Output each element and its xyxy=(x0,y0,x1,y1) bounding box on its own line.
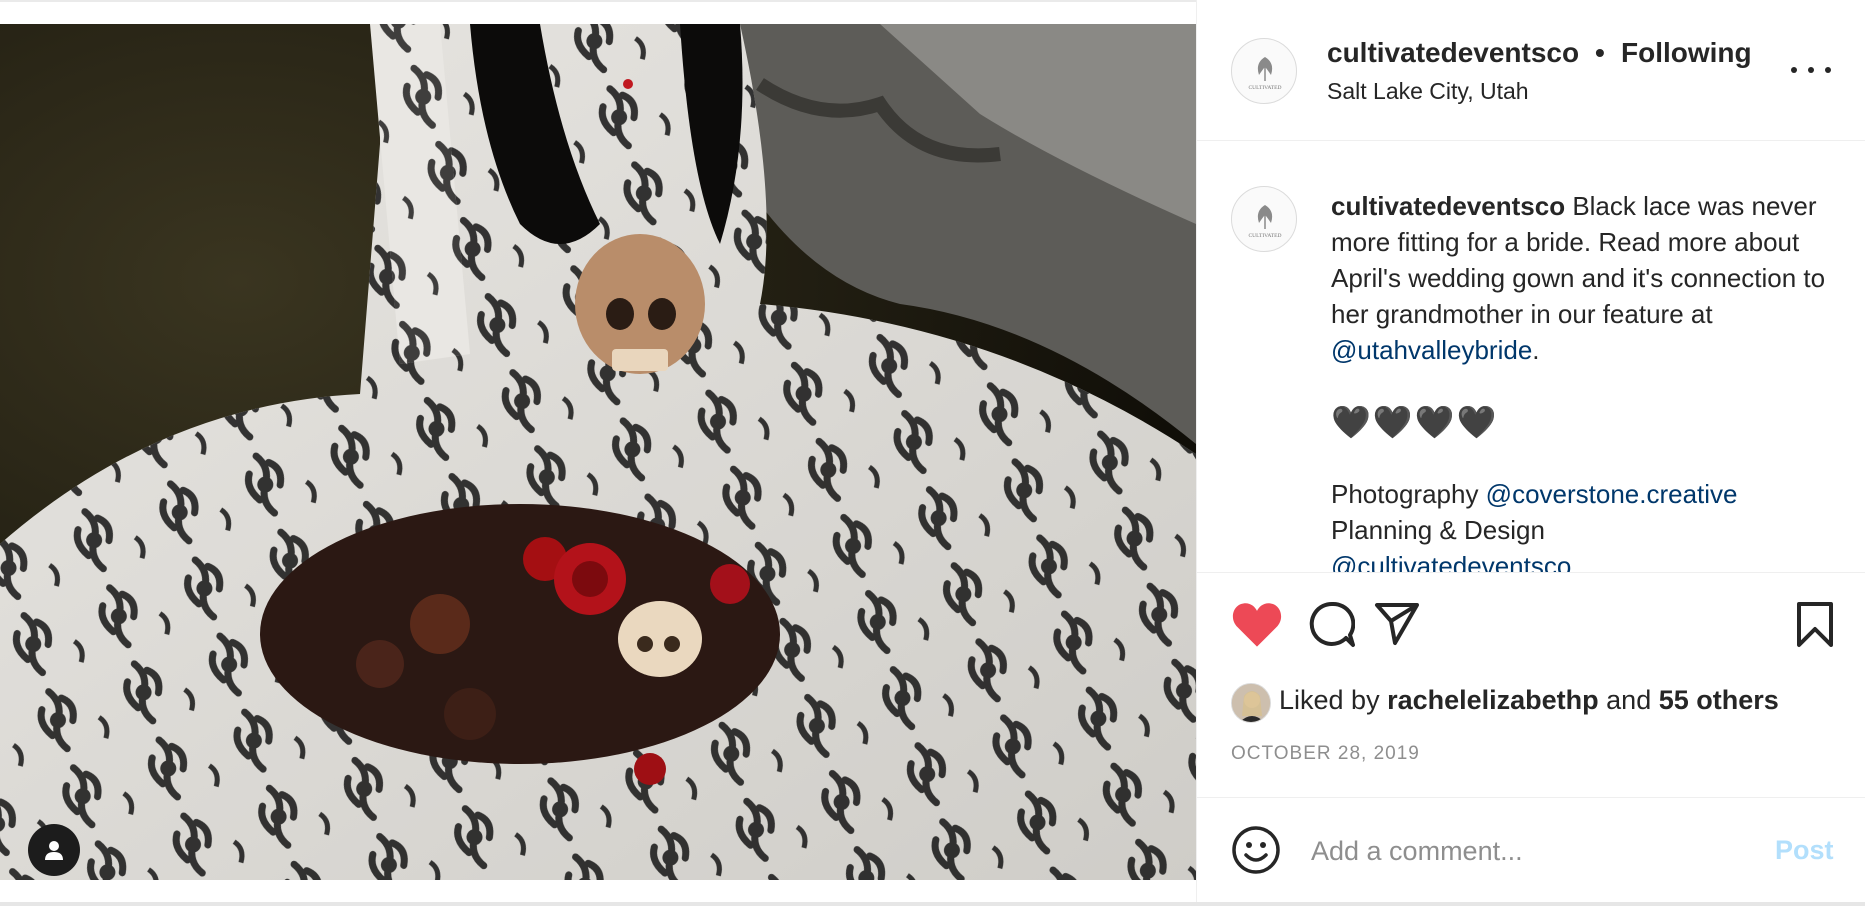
post-header: CULTIVATED cultivatedeventsco • Followin… xyxy=(1197,0,1865,141)
liked-by-and: and xyxy=(1598,685,1659,715)
liked-by-others[interactable]: 55 others xyxy=(1659,685,1779,715)
post-photo[interactable] xyxy=(0,24,1196,880)
svg-text:CULTIVATED: CULTIVATED xyxy=(1248,233,1281,239)
more-options-button[interactable] xyxy=(1791,60,1831,80)
liked-by-user[interactable]: rachelelizabethp xyxy=(1387,685,1599,715)
header-separator: • xyxy=(1595,37,1605,68)
caption-username[interactable]: cultivatedeventsco xyxy=(1331,191,1565,221)
liked-by-prefix: Liked by xyxy=(1279,685,1388,715)
tagged-users-button[interactable] xyxy=(28,824,80,876)
more-dot-icon xyxy=(1791,67,1797,73)
post-actions: Liked by rachelelizabethp and 55 others … xyxy=(1197,572,1865,798)
post-date[interactable]: OCTOBER 28, 2019 xyxy=(1231,743,1420,765)
planning-label: Planning & Design xyxy=(1331,515,1545,545)
post-location[interactable]: Salt Lake City, Utah xyxy=(1327,78,1529,105)
more-dot-icon xyxy=(1808,67,1814,73)
liker-avatar[interactable] xyxy=(1231,683,1271,723)
black-hearts-emoji: 🖤🖤🖤🖤 xyxy=(1331,404,1499,440)
caption-period: . xyxy=(1532,335,1540,365)
caption-scroll-area[interactable]: CULTIVATED cultivatedeventsco Black lace… xyxy=(1197,142,1865,572)
caption-avatar[interactable]: CULTIVATED xyxy=(1231,186,1297,252)
like-heart-icon[interactable] xyxy=(1231,601,1283,649)
likes-summary: Liked by rachelelizabethp and 55 others xyxy=(1279,685,1779,716)
save-bookmark-icon[interactable] xyxy=(1795,601,1835,649)
following-button[interactable]: Following xyxy=(1621,37,1752,69)
more-dot-icon xyxy=(1825,67,1831,73)
post-photo-illustration xyxy=(0,24,1196,880)
liker-avatar-image xyxy=(1232,684,1270,722)
comment-input[interactable] xyxy=(1311,829,1731,873)
comment-box: Post xyxy=(1197,799,1865,902)
post-sidebar: CULTIVATED cultivatedeventsco • Followin… xyxy=(1196,0,1865,902)
author-avatar[interactable]: CULTIVATED xyxy=(1231,38,1297,104)
caption-text: cultivatedeventsco Black lace was never … xyxy=(1331,188,1831,572)
photography-label: Photography xyxy=(1331,479,1486,509)
comment-icon[interactable] xyxy=(1309,601,1355,649)
mention-link[interactable]: @cultivatedeventsco xyxy=(1331,551,1571,572)
share-icon[interactable] xyxy=(1373,601,1421,647)
mention-link[interactable]: @coverstone.creative xyxy=(1486,479,1738,509)
cultivated-logo-icon: CULTIVATED xyxy=(1248,57,1282,91)
caption-credits: Photography @coverstone.creative Plannin… xyxy=(1331,476,1831,572)
post-comment-button[interactable]: Post xyxy=(1775,835,1834,866)
mention-link[interactable]: @utahvalleybride xyxy=(1331,335,1532,365)
svg-text:CULTIVATED: CULTIVATED xyxy=(1248,85,1281,91)
bottom-border xyxy=(0,902,1865,906)
cultivated-logo-icon: CULTIVATED xyxy=(1248,205,1282,239)
author-username[interactable]: cultivatedeventsco xyxy=(1327,37,1579,69)
user-icon xyxy=(45,841,63,860)
emoji-icon[interactable] xyxy=(1231,825,1281,875)
